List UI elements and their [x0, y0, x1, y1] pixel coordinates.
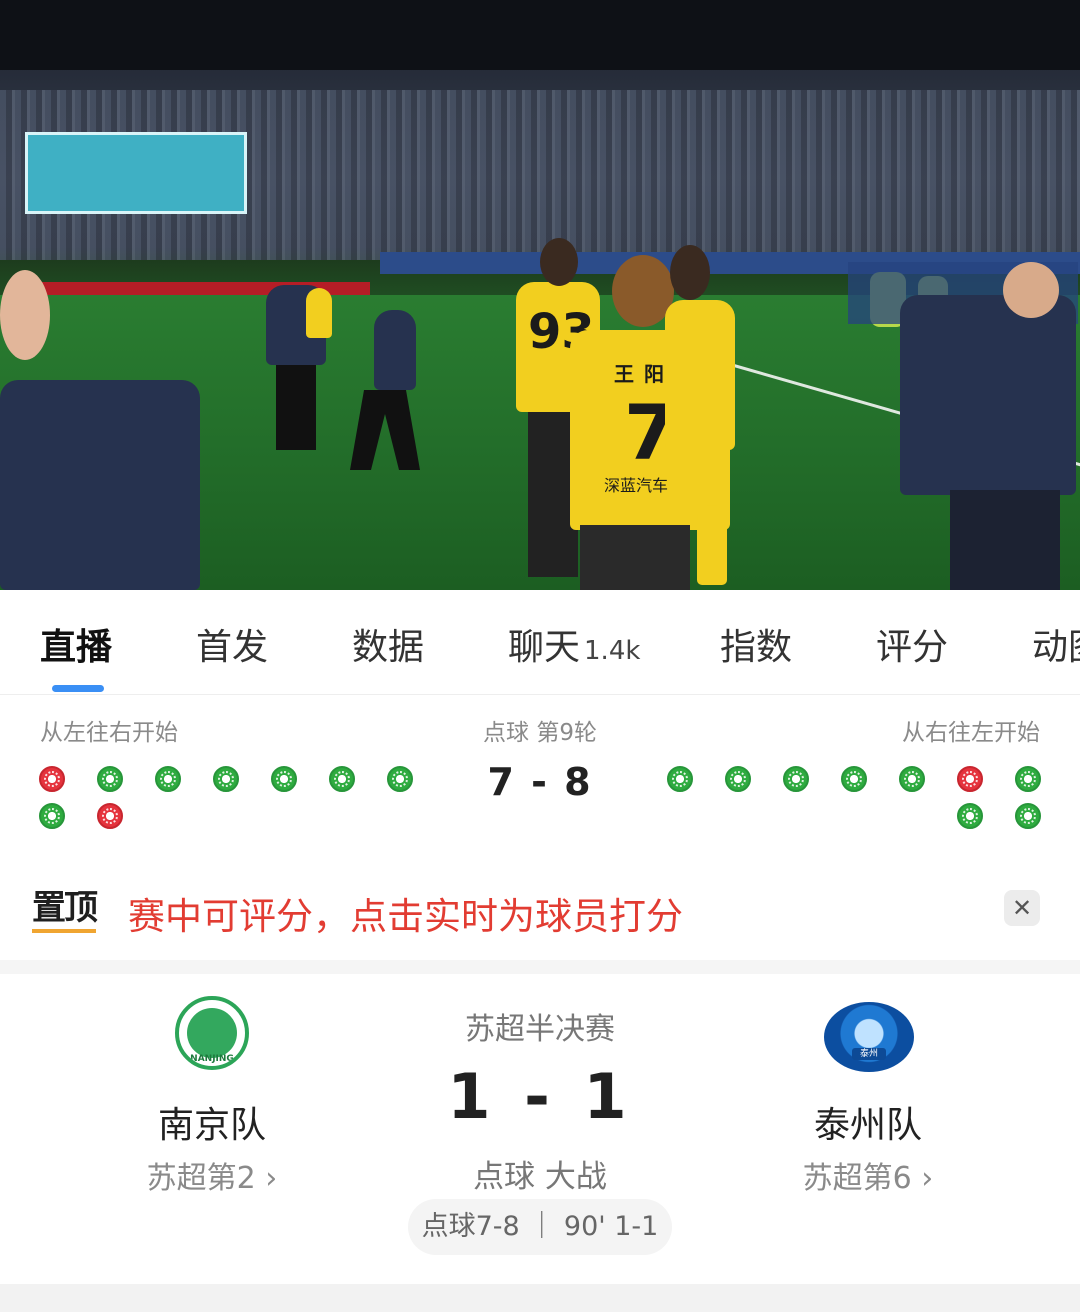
taizhou-team-logo[interactable]: 泰州	[824, 1002, 914, 1072]
pinned-text[interactable]: 赛中可评分，点击实时为球员打分	[128, 886, 683, 940]
staff-left	[0, 380, 200, 590]
penalty-scored-icon	[97, 766, 123, 792]
player-background	[306, 288, 332, 338]
staff-walking-1-legs	[276, 365, 316, 450]
chat-count: 1.4k	[584, 636, 641, 666]
penalty-missed-icon	[39, 766, 65, 792]
away-team-name[interactable]: 泰州队	[748, 1096, 988, 1148]
player-right-socks	[697, 505, 727, 585]
match-detail: 点球7-8 ｜ 90' 1-1	[408, 1199, 672, 1255]
active-tab-indicator	[52, 685, 104, 692]
penalty-missed-icon	[97, 803, 123, 829]
staff-left-head	[0, 270, 50, 360]
player-right	[665, 300, 735, 450]
penalty-scored-icon	[387, 766, 413, 792]
tab-stats[interactable]: 数据	[352, 618, 424, 670]
penalty-scored-icon	[271, 766, 297, 792]
player-7-sponsor: 深蓝汽车	[604, 476, 669, 495]
chevron-right-icon: ›	[911, 1161, 934, 1196]
penalty-scored-icon	[1015, 803, 1041, 829]
penalty-scored-icon	[725, 766, 751, 792]
staff-right-head	[1003, 262, 1059, 318]
stadium-roof	[0, 0, 1080, 70]
pinned-tag: 置顶	[32, 887, 98, 933]
tab-live[interactable]: 直播	[40, 618, 112, 670]
tab-bar: 直播 首发 数据 聊天1.4k 指数 评分 动图	[0, 590, 1080, 695]
staff-right-legs	[950, 490, 1060, 590]
taizhou-logo-text: 泰州	[852, 1048, 886, 1060]
section-divider	[0, 960, 1080, 974]
tab-odds[interactable]: 指数	[720, 618, 792, 670]
penalty-scored-icon	[783, 766, 809, 792]
close-icon[interactable]: ✕	[1004, 890, 1040, 926]
staff-right	[900, 295, 1076, 495]
penalty-scored-icon	[841, 766, 867, 792]
away-team-rank[interactable]: 苏超第6 ›	[748, 1153, 988, 1197]
penalty-scored-icon	[1015, 766, 1041, 792]
penalty-scored-icon	[957, 803, 983, 829]
tab-lineup[interactable]: 首发	[196, 618, 268, 670]
staff-walking-2	[374, 310, 416, 390]
penalty-scored-icon	[667, 766, 693, 792]
pinned-notice[interactable]: 置顶 赛中可评分，点击实时为球员打分	[0, 860, 1080, 960]
player-93-head	[540, 238, 578, 286]
player-right-head	[670, 245, 710, 300]
penalty-missed-icon	[957, 766, 983, 792]
penalty-right-direction: 从右往左开始	[902, 720, 1040, 746]
stadium-screen	[25, 132, 247, 214]
penalty-scored-icon	[213, 766, 239, 792]
penalty-scored-icon	[899, 766, 925, 792]
bottom-band	[0, 1284, 1080, 1312]
tab-ratings[interactable]: 评分	[876, 618, 948, 670]
penalty-scored-icon	[39, 803, 65, 829]
player-7-shorts	[580, 525, 690, 590]
tab-chat[interactable]: 聊天 1.4k	[508, 618, 640, 670]
penalty-scored-icon	[329, 766, 355, 792]
competition-title: 苏超半决赛	[465, 1012, 615, 1047]
penalty-scored-icon	[155, 766, 181, 792]
live-video-player[interactable]: 93 王阳 7 深蓝汽车	[0, 0, 1080, 590]
tab-gifs[interactable]: 动图	[1032, 618, 1080, 670]
